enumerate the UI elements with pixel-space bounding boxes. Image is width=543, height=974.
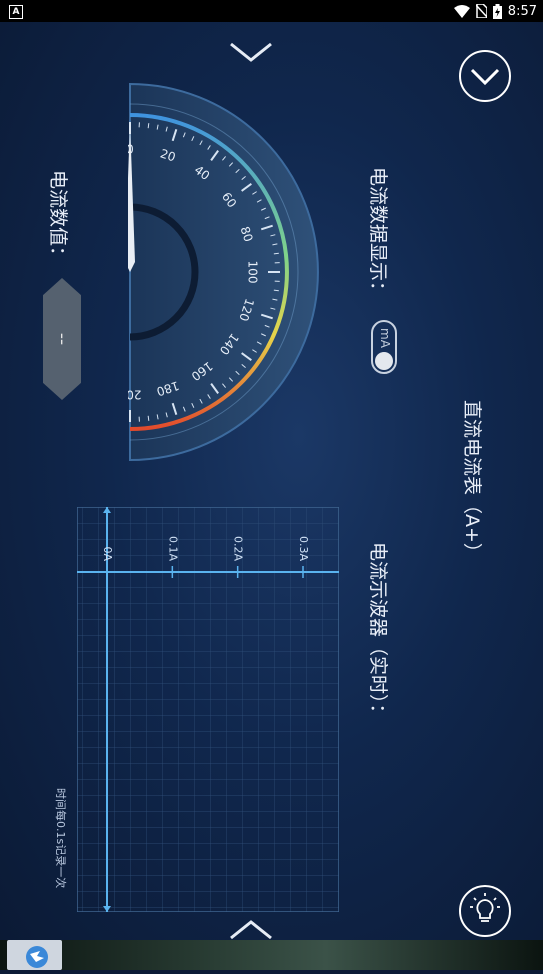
notification-icon: A [9,5,23,19]
app-screen: 直流电流表（A+） 电流数据显示： 电流示波器（实时）： 电流数值： 时间每0.… [0,22,543,940]
oscilloscope-tick-label: 0A [101,546,114,561]
bird-logo-icon [7,940,62,970]
gauge-label: 电流数据显示： [366,167,393,300]
scroll-down-chevron-icon[interactable] [229,916,273,940]
oscilloscope-label: 电流示波器（实时）： [366,542,393,723]
time-interval-note: 时间每0.1s记录一次 [53,788,69,888]
oscilloscope-tick-label: 0.1A [166,536,179,561]
gauge-tick-label: 100 [246,261,260,284]
unit-toggle-label: mA [378,328,392,348]
current-gauge: 020406080100120140160180200 [128,82,333,462]
app-switcher-button[interactable] [7,940,62,970]
oscilloscope-tick-label: 0.3A [297,536,310,561]
value-label: 电流数值： [46,170,73,265]
gauge-tick [148,123,149,128]
gauge-tick [274,253,279,254]
lightbulb-icon [470,893,500,921]
status-bar: A 8:57 [0,0,543,22]
current-value-display: -- [43,278,81,400]
gauge-tick-label: 200 [128,388,141,402]
page-title: 直流电流表（A+） [460,400,487,562]
navigation-bar [0,940,543,970]
scroll-up-chevron-icon[interactable] [229,38,273,66]
flashlight-button[interactable] [458,884,512,938]
clock: 8:57 [508,4,537,19]
no-sim-icon [476,4,487,18]
battery-icon [493,4,502,19]
gauge-body [130,84,318,460]
gauge-tick [274,290,279,291]
unit-toggle[interactable]: mA [371,320,397,374]
oscilloscope-grid [77,507,339,912]
landscape-layout: 直流电流表（A+） 电流数据显示： 电流示波器（实时）： 电流数值： 时间每0.… [0,22,543,940]
oscilloscope-tick-label: 0.2A [232,536,245,561]
gauge-tick [148,416,149,421]
current-value-text: -- [43,278,81,400]
wifi-icon [454,5,470,18]
oscilloscope-chart: 0A 0.1A 0.2A 0.3A [77,507,339,912]
collapse-button[interactable] [458,49,512,103]
chevron-icon [472,70,498,83]
toggle-knob [375,352,393,370]
